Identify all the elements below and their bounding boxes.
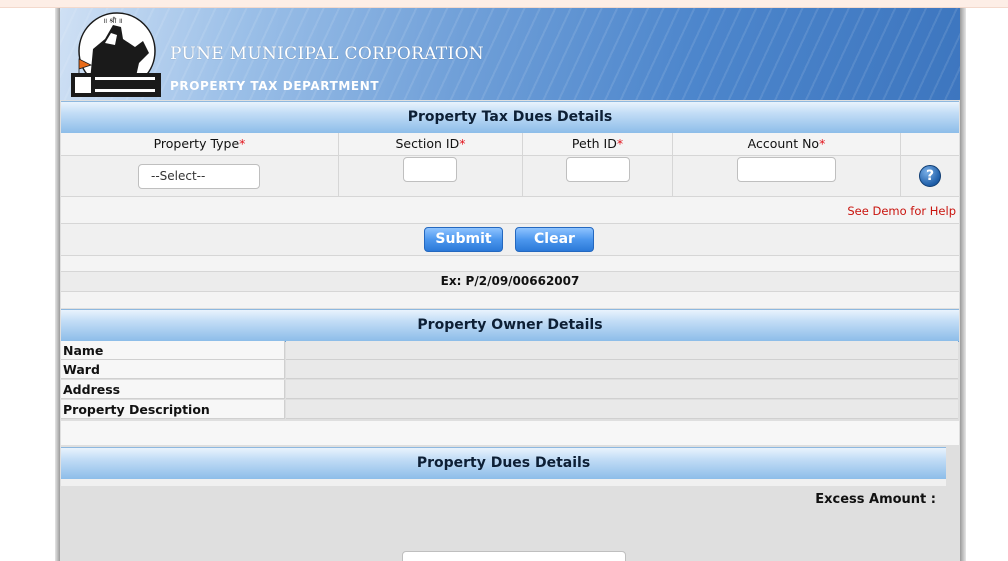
spacer-row-2 [61,292,959,308]
section-id-header: Section ID* [339,133,523,156]
help-header-cell [901,133,959,156]
peth-id-header: Peth ID* [523,133,673,156]
see-demo-link[interactable]: See Demo for Help [847,204,956,218]
property-type-select[interactable]: --Select-- [138,164,260,189]
owner-address-value [286,380,958,399]
browser-top-strip [0,0,1008,8]
peth-id-input[interactable] [566,157,630,182]
department-subtitle: PROPERTY TAX DEPARTMENT [170,79,380,93]
page-shadow-right [960,8,966,561]
property-type-header: Property Type* [61,133,339,156]
section-id-input[interactable] [403,157,457,182]
organization-title: PUNE MUNICIPAL CORPORATION [170,44,484,64]
clear-button[interactable]: Clear [515,227,594,252]
account-no-input[interactable] [737,157,836,182]
submit-button[interactable]: Submit [424,227,503,252]
spacer-row [61,256,959,272]
svg-text:॥ श्री ॥: ॥ श्री ॥ [103,16,123,25]
owner-ward-value [286,360,958,379]
dues-amount-input[interactable] [402,551,626,561]
page-container: ॥ श्री ॥ PUNE MUNICIPAL CORPORATION PROP… [60,8,960,561]
excess-amount-label: Excess Amount : [815,492,936,507]
buttons-row [61,224,959,256]
owner-name-label: Name [61,341,285,360]
help-question-icon[interactable]: ? [919,165,941,187]
dues-form-header: Property Tax Dues Details [61,101,959,134]
demo-row [61,197,959,224]
account-no-header: Account No* [673,133,901,156]
owner-description-label: Property Description [61,400,285,419]
owner-details-header: Property Owner Details [61,309,959,342]
account-example-text: Ex: P/2/09/00662007 [61,272,959,292]
owner-spacer-row [61,421,959,445]
owner-description-value [286,400,958,419]
dues-header-underline [61,479,946,486]
owner-ward-label: Ward [61,360,285,379]
owner-address-label: Address [61,380,285,399]
owner-name-value [286,341,958,360]
site-header: ॥ श्री ॥ PUNE MUNICIPAL CORPORATION PROP… [60,8,960,100]
pmc-emblem-logo: ॥ श्री ॥ [71,12,161,97]
property-dues-header: Property Dues Details [61,447,946,480]
